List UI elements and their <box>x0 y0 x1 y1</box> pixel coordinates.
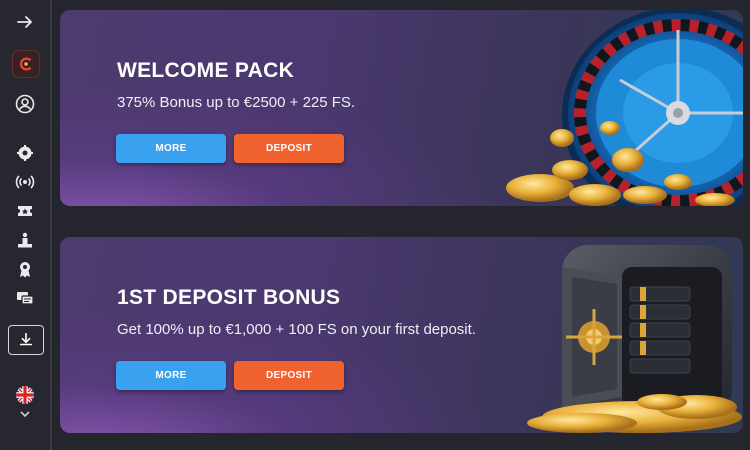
uk-flag-icon[interactable] <box>16 386 34 404</box>
promo-card-first-deposit: 1ST DEPOSIT BONUS Get 100% up to €1,000 … <box>60 237 743 433</box>
casino-logo[interactable] <box>12 50 40 78</box>
ticket-icon[interactable] <box>12 198 38 224</box>
promo-text: Get 100% up to €1,000 + 100 FS on your f… <box>117 321 476 338</box>
promo-title: 1ST DEPOSIT BONUS <box>117 286 341 309</box>
poker-chip-icon[interactable] <box>12 140 38 166</box>
promo-title: WELCOME PACK <box>117 59 295 82</box>
chevron-down-icon[interactable] <box>18 406 32 424</box>
deposit-button[interactable]: DEPOSIT <box>234 134 344 163</box>
arrow-right-icon[interactable] <box>12 9 38 35</box>
sidebar <box>0 0 52 450</box>
download-button[interactable] <box>8 325 44 355</box>
deposit-button[interactable]: DEPOSIT <box>234 361 344 390</box>
more-button[interactable]: MORE <box>116 134 226 163</box>
user-icon[interactable] <box>12 91 38 117</box>
promo-card-welcome: WELCOME PACK 375% Bonus up to €2500 + 22… <box>60 10 743 206</box>
more-button[interactable]: MORE <box>116 361 226 390</box>
download-icon <box>19 332 33 346</box>
live-broadcast-icon[interactable] <box>12 169 38 195</box>
podium-icon[interactable] <box>12 227 38 253</box>
roulette-wheel-image <box>506 10 743 206</box>
promo-text: 375% Bonus up to €2500 + 225 FS. <box>117 94 356 111</box>
award-ribbon-icon[interactable] <box>12 256 38 282</box>
vault-safe-image <box>527 245 742 433</box>
chat-icon[interactable] <box>12 285 38 311</box>
